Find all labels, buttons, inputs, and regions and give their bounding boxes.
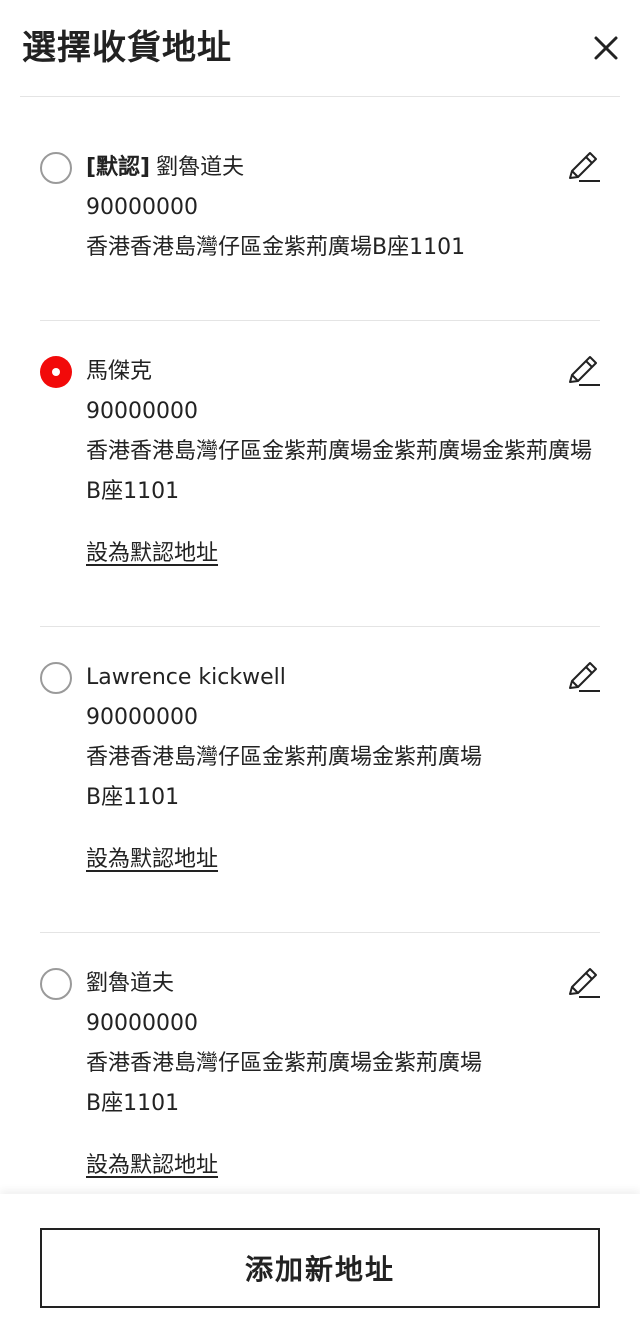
edit-address-button[interactable] bbox=[566, 966, 602, 1000]
address-phone: 90000000 bbox=[86, 399, 198, 424]
address-phone: 90000000 bbox=[86, 195, 198, 220]
address-text: 香港香港島灣仔區金紫荊廣場金紫荊廣場B座1101 bbox=[86, 745, 483, 810]
address-phone: 90000000 bbox=[86, 1011, 198, 1036]
edit-address-button[interactable] bbox=[566, 660, 602, 694]
close-button[interactable] bbox=[588, 30, 624, 66]
header-divider bbox=[20, 96, 620, 97]
pencil-icon bbox=[569, 356, 600, 386]
pencil-icon bbox=[569, 662, 600, 692]
address-radio[interactable] bbox=[40, 968, 72, 1000]
pencil-icon bbox=[569, 152, 600, 182]
address-text: 香港香港島灣仔區金紫荊廣場金紫荊廣場B座1101 bbox=[86, 1051, 483, 1116]
card-divider bbox=[40, 626, 600, 627]
add-address-button[interactable]: 添加新地址 bbox=[40, 1228, 600, 1308]
address-card[interactable]: 馬傑克 90000000 香港香港島灣仔區金紫荊廣場金紫荊廣場金紫荊廣場B座11… bbox=[40, 354, 600, 594]
header: 選擇收貨地址 bbox=[0, 0, 640, 98]
card-divider bbox=[40, 320, 600, 321]
footer: 添加新地址 bbox=[0, 1194, 640, 1340]
set-default-link[interactable]: 設為默認地址 bbox=[86, 844, 218, 876]
address-radio[interactable] bbox=[40, 662, 72, 694]
address-card[interactable]: 劉魯道夫 90000000 香港香港島灣仔區金紫荊廣場金紫荊廣場B座1101 設… bbox=[40, 966, 600, 1194]
address-radio[interactable] bbox=[40, 152, 72, 184]
address-text: 香港香港島灣仔區金紫荊廣場金紫荊廣場金紫荊廣場B座1101 bbox=[86, 439, 593, 504]
recipient-name: 馬傑克 bbox=[86, 359, 153, 384]
recipient-name: 劉魯道夫 bbox=[86, 971, 175, 996]
set-default-link[interactable]: 設為默認地址 bbox=[86, 538, 218, 570]
default-tag: [默認] bbox=[86, 155, 151, 180]
address-phone: 90000000 bbox=[86, 705, 198, 730]
recipient-name: Lawrence kickwell bbox=[86, 665, 286, 690]
address-card[interactable]: Lawrence kickwell 90000000 香港香港島灣仔區金紫荊廣場… bbox=[40, 660, 600, 900]
address-radio-selected[interactable] bbox=[40, 356, 72, 388]
edit-address-button[interactable] bbox=[566, 150, 602, 184]
pencil-icon bbox=[569, 968, 600, 998]
address-card[interactable]: [默認] 劉魯道夫 90000000 香港香港島灣仔區金紫荊廣場B座1101 bbox=[40, 150, 600, 300]
set-default-link[interactable]: 設為默認地址 bbox=[86, 1150, 218, 1182]
address-name: [默認] 劉魯道夫 bbox=[86, 152, 244, 184]
edit-address-button[interactable] bbox=[566, 354, 602, 388]
page-title: 選擇收貨地址 bbox=[22, 28, 232, 68]
close-icon bbox=[594, 36, 618, 60]
recipient-name: 劉魯道夫 bbox=[156, 155, 245, 180]
address-text: 香港香港島灣仔區金紫荊廣場B座1101 bbox=[86, 235, 466, 260]
card-divider bbox=[40, 932, 600, 933]
